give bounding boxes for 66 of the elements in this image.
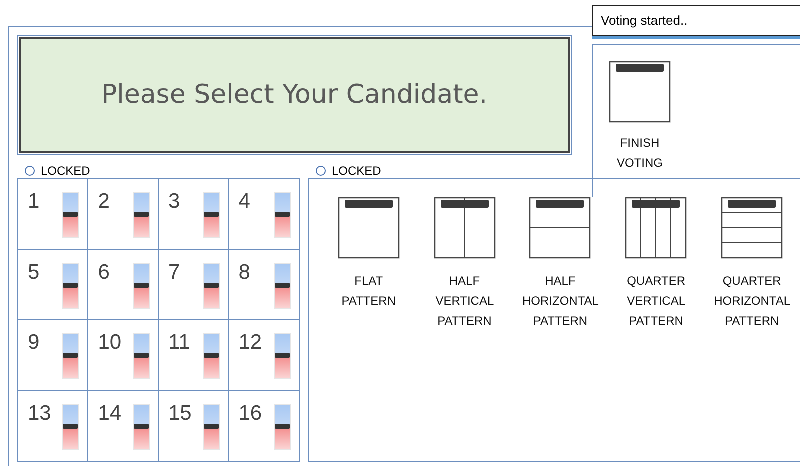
slider-thumb[interactable]	[63, 353, 78, 358]
slider-thumb[interactable]	[204, 212, 219, 217]
pattern-button[interactable]: QUARTER HORIZONTAL PATTERN	[704, 197, 800, 331]
vote-slider[interactable]	[275, 193, 290, 237]
pattern-icon	[434, 197, 496, 259]
slider-thumb[interactable]	[134, 424, 148, 428]
pattern-button[interactable]: HALF HORIZONTAL PATTERN	[512, 197, 608, 331]
vote-slider[interactable]	[204, 404, 219, 448]
candidate-number: 8	[238, 262, 250, 284]
slider-thumb[interactable]	[275, 212, 290, 217]
candidate-number: 10	[98, 332, 122, 354]
vote-slider[interactable]	[63, 264, 78, 308]
slider-thumb[interactable]	[275, 424, 290, 428]
candidate-number: 7	[168, 262, 180, 284]
slider-thumb[interactable]	[204, 424, 219, 428]
candidate-number: 2	[98, 191, 110, 213]
slider-thumb[interactable]	[275, 282, 290, 288]
candidate-number: 9	[28, 332, 40, 354]
candidate-number: 11	[168, 332, 190, 354]
pattern-button[interactable]: HALF VERTICAL PATTERN	[416, 197, 513, 331]
slider-thumb[interactable]	[134, 353, 148, 358]
finish-voting-button[interactable]: FINISH VOTING	[609, 61, 671, 173]
lock-label: LOCKED	[41, 164, 90, 178]
vote-slider[interactable]	[63, 404, 78, 448]
vote-slider[interactable]	[204, 334, 219, 378]
vote-slider[interactable]	[275, 404, 290, 448]
vote-slider[interactable]	[275, 334, 290, 378]
candidate-number: 14	[98, 402, 122, 424]
slider-thumb[interactable]	[63, 212, 78, 217]
message-text: Please Select Your Candidate.	[101, 80, 488, 110]
slider-thumb[interactable]	[63, 282, 78, 288]
candidate-number: 3	[168, 191, 180, 213]
slider-thumb[interactable]	[204, 353, 219, 358]
pattern-button[interactable]: QUARTER VERTICAL PATTERN	[608, 197, 704, 331]
vote-slider[interactable]	[134, 334, 148, 378]
vote-slider[interactable]	[204, 193, 219, 237]
vote-slider[interactable]	[275, 264, 290, 308]
vote-slider[interactable]	[63, 334, 78, 378]
pattern-icon	[625, 197, 688, 259]
candidate-number: 1	[28, 191, 40, 213]
pattern-icon	[338, 197, 400, 259]
pattern-button[interactable]: FLAT PATTERN	[321, 197, 417, 311]
vote-slider[interactable]	[63, 193, 78, 237]
radio-button[interactable]	[25, 166, 35, 176]
slider-thumb[interactable]	[204, 282, 219, 288]
vote-slider[interactable]	[204, 264, 219, 308]
slider-thumb[interactable]	[134, 282, 148, 288]
candidate-number: 5	[28, 262, 40, 284]
slider-thumb[interactable]	[63, 424, 78, 428]
vote-slider[interactable]	[134, 404, 148, 448]
vote-slider[interactable]	[134, 193, 148, 237]
slider-thumb[interactable]	[275, 353, 290, 358]
lock-label: LOCKED	[332, 164, 382, 178]
radio-button[interactable]	[316, 166, 326, 176]
candidate-number: 16	[238, 402, 262, 424]
candidate-number: 12	[238, 332, 262, 354]
candidate-number: 4	[238, 191, 250, 213]
candidate-number: 13	[28, 402, 52, 424]
panel-icon	[609, 61, 671, 123]
vote-slider[interactable]	[134, 264, 148, 308]
pattern-icon	[721, 197, 784, 259]
slider-thumb[interactable]	[134, 212, 148, 217]
status-field: Voting started..	[592, 5, 800, 36]
candidate-number: 15	[168, 402, 192, 424]
pattern-icon	[529, 197, 592, 259]
candidate-number: 6	[98, 262, 110, 284]
